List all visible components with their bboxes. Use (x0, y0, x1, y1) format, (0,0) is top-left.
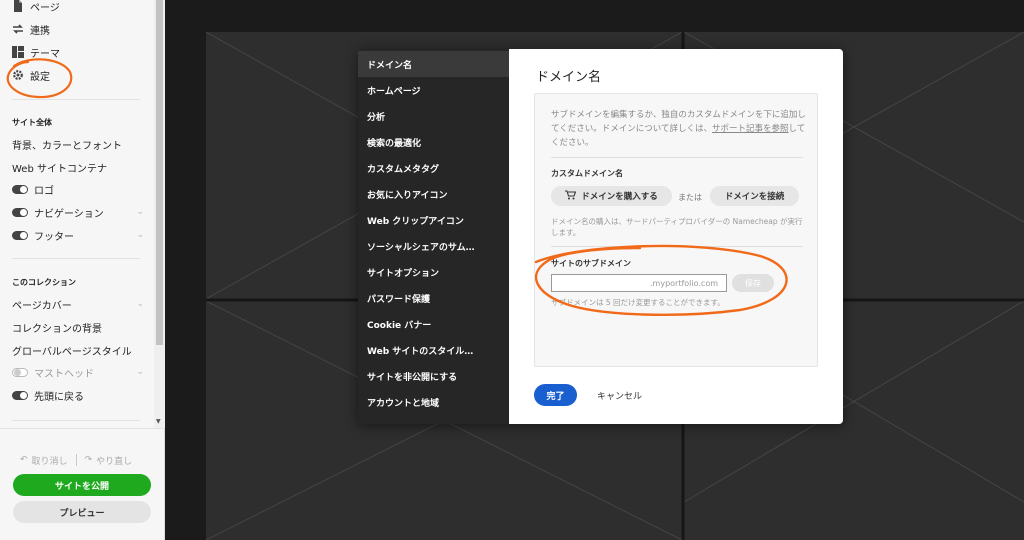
section-label-collection: このコレクション (12, 278, 76, 287)
logo-toggle[interactable] (12, 184, 28, 194)
sidebar-item-label: ページカバー (12, 300, 72, 312)
settings-nav-favicon[interactable]: お気に入りアイコン (358, 181, 509, 207)
page-icon (12, 0, 24, 12)
sidebar-item-label: 背景、カラーとフォント (12, 140, 122, 152)
sidebar-item-label: Web サイトコンテナ (12, 163, 107, 175)
sidebar-nav-label: テーマ (30, 48, 60, 60)
sidebar-item-logo[interactable]: ロゴ (12, 180, 144, 198)
sidebar-nav-label: 設定 (30, 71, 50, 83)
sidebar-item-label: フッター (34, 231, 74, 243)
sidebar-item-label: グローバルページスタイル (12, 346, 132, 358)
theme-grid-icon (12, 46, 24, 58)
sidebar-item-label: コレクションの背景 (12, 323, 102, 335)
sidebar-scrollbar-thumb[interactable] (156, 0, 163, 345)
settings-nav-site-options[interactable]: サイトオプション (358, 259, 509, 285)
sidebar-divider (12, 420, 140, 421)
back-to-top-toggle[interactable] (12, 390, 28, 400)
scroll-down-arrow-icon[interactable]: ▼ (156, 418, 161, 425)
sidebar-item-label: 先頭に戻る (34, 391, 84, 403)
done-button[interactable]: 完了 (534, 384, 577, 406)
modal-title: ドメイン名 (536, 70, 602, 85)
sidebar-item-collection-background[interactable]: コレクションの背景 (12, 318, 144, 336)
settings-nav: ドメイン名 ホームページ 分析 検索の最適化 カスタムメタタグ お気に入りアイコ… (358, 49, 509, 424)
cancel-button[interactable]: キャンセル (597, 384, 642, 406)
canvas-left-gutter (165, 32, 206, 540)
chevron-down-icon[interactable]: ⌄ (136, 207, 144, 217)
settings-nav-password[interactable]: パスワード保護 (358, 285, 509, 311)
sidebar-nav-pages[interactable]: ページ (12, 0, 60, 15)
chevron-down-icon[interactable]: ⌄ (136, 230, 144, 240)
sidebar-nav-theme[interactable]: テーマ (12, 43, 60, 61)
undo-button[interactable]: 取り消し (32, 454, 68, 467)
sidebar-item-background-colors-fonts[interactable]: 背景、カラーとフォント (12, 135, 144, 153)
divider (75, 454, 77, 466)
undo-redo-row: ↶ 取り消し ↷ やり直し (20, 453, 148, 467)
sidebar-item-footer[interactable]: フッター ⌄ (12, 226, 144, 244)
buy-domain-button[interactable]: ドメインを購入する (551, 186, 672, 206)
navigation-toggle[interactable] (12, 207, 28, 217)
settings-nav-domain[interactable]: ドメイン名 (358, 51, 509, 77)
sidebar-item-label: ナビゲーション (34, 208, 104, 220)
sidebar-item-masthead[interactable]: マストヘッド ⌄ (12, 363, 144, 381)
settings-nav-seo[interactable]: 検索の最適化 (358, 129, 509, 155)
subdomain-field: .myportfolio.com (551, 274, 727, 292)
panel-divider (551, 246, 803, 247)
sidebar-footer: ↶ 取り消し ↷ やり直し サイトを公開 プレビュー (0, 428, 164, 540)
sidebar-nav-integrations[interactable]: 連携 (12, 20, 50, 38)
chevron-down-icon[interactable]: ⌄ (136, 367, 144, 377)
settings-nav-analytics[interactable]: 分析 (358, 103, 509, 129)
section-label-site: サイト全体 (12, 118, 52, 127)
settings-nav-homepage[interactable]: ホームページ (358, 77, 509, 103)
settings-nav-site-style[interactable]: Web サイトのスタイル… (358, 337, 509, 363)
sidebar-item-global-page-style[interactable]: グローバルページスタイル (12, 341, 144, 359)
purchase-note: ドメイン名の購入は、サードパーティプロバイダーの Namecheap が実行しま… (551, 217, 803, 237)
sidebar-item-website-container[interactable]: Web サイトコンテナ (12, 158, 144, 176)
custom-domain-heading: カスタムドメイン名 (551, 169, 623, 178)
sidebar-divider (12, 99, 140, 100)
masthead-toggle[interactable] (12, 367, 28, 377)
footer-toggle[interactable] (12, 230, 28, 240)
support-article-link[interactable]: サポート記事を参照 (712, 124, 789, 134)
settings-nav-social-thumbnail[interactable]: ソーシャルシェアのサム… (358, 233, 509, 259)
sidebar-item-page-cover[interactable]: ページカバー ⌄ (12, 295, 144, 313)
subdomain-note: サブドメインは 5 回だけ変更することができます。 (551, 298, 725, 307)
settings-modal: ドメイン名 ホームページ 分析 検索の最適化 カスタムメタタグ お気に入りアイコ… (358, 49, 843, 424)
sidebar-nav-label: ページ (30, 2, 60, 14)
panel-divider (551, 157, 803, 158)
publish-site-button[interactable]: サイトを公開 (13, 474, 151, 496)
subdomain-suffix: .myportfolio.com (650, 278, 719, 288)
domain-intro-text: サブドメインを編集するか、独自のカスタムドメインを下に追加してください。ドメイン… (551, 108, 807, 150)
save-subdomain-button[interactable]: 保存 (732, 274, 774, 292)
chevron-down-icon[interactable]: ⌄ (136, 299, 144, 309)
preview-button[interactable]: プレビュー (13, 501, 151, 523)
editor-sidebar: ページ 連携 テーマ 設定 サイト全体 背景、カラーとフォント Web サイトコ (0, 0, 165, 540)
redo-icon: ↷ (84, 455, 93, 465)
cart-icon (565, 190, 577, 202)
buy-domain-label: ドメインを購入する (581, 191, 658, 201)
sidebar-item-label: ロゴ (34, 185, 54, 197)
settings-nav-account-region[interactable]: アカウントと地域 (358, 389, 509, 415)
settings-nav-custom-meta[interactable]: カスタムメタタグ (358, 155, 509, 181)
link-arrows-icon (12, 23, 24, 35)
domain-panel: サブドメインを編集するか、独自のカスタムドメインを下に追加してください。ドメイン… (534, 93, 818, 367)
subdomain-heading: サイトのサブドメイン (551, 259, 631, 268)
sidebar-item-back-to-top[interactable]: 先頭に戻る (12, 386, 144, 404)
redo-button[interactable]: やり直し (96, 454, 132, 467)
settings-nav-unpublish[interactable]: サイトを非公開にする (358, 363, 509, 389)
or-text: または (678, 193, 702, 202)
sidebar-nav-label: 連携 (30, 25, 50, 37)
settings-nav-webclip[interactable]: Web クリップアイコン (358, 207, 509, 233)
gear-icon (12, 69, 24, 81)
connect-domain-button[interactable]: ドメインを接続 (710, 186, 799, 206)
settings-nav-cookie-banner[interactable]: Cookie バナー (358, 311, 509, 337)
sidebar-scroll-area: ページ 連携 テーマ 設定 サイト全体 背景、カラーとフォント Web サイトコ (0, 0, 154, 428)
sidebar-divider (12, 258, 140, 259)
settings-content: ドメイン名 サブドメインを編集するか、独自のカスタムドメインを下に追加してくださ… (509, 49, 843, 424)
subdomain-input[interactable] (552, 275, 648, 291)
canvas-top-bar (165, 0, 1024, 32)
undo-icon: ↶ (20, 455, 28, 465)
sidebar-nav-settings[interactable]: 設定 (12, 66, 50, 84)
sidebar-item-navigation[interactable]: ナビゲーション ⌄ (12, 203, 144, 221)
sidebar-item-label: マストヘッド (34, 368, 94, 380)
